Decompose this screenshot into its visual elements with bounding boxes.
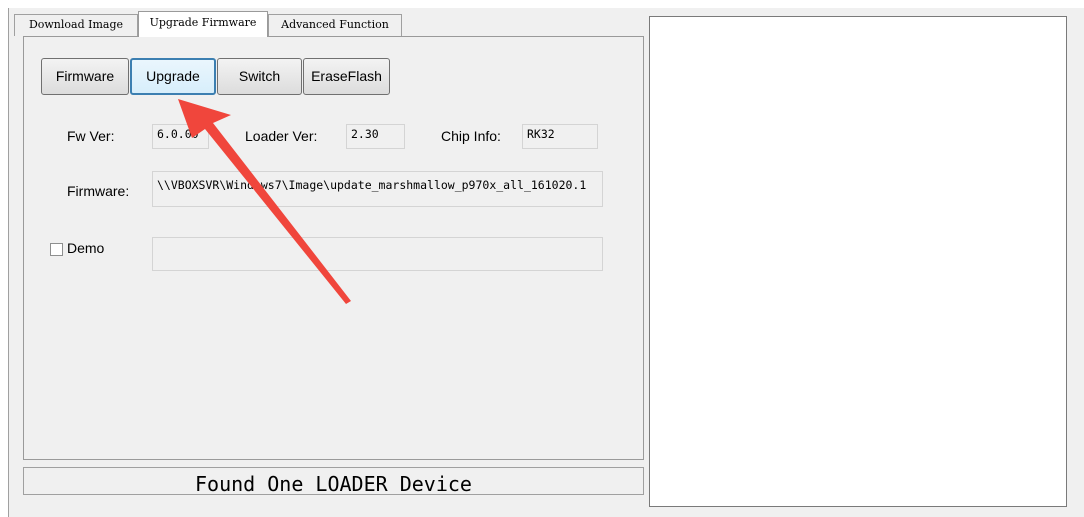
switch-button[interactable]: Switch <box>217 58 302 95</box>
demo-checkbox[interactable] <box>50 243 63 256</box>
tab-upgrade-firmware[interactable]: Upgrade Firmware <box>138 11 268 37</box>
chip-info-label: Chip Info: <box>441 128 501 144</box>
firmware-label: Firmware: <box>67 183 130 199</box>
loader-ver-label: Loader Ver: <box>245 128 318 144</box>
upgrade-button[interactable]: Upgrade <box>130 58 216 95</box>
demo-label[interactable]: Demo <box>67 240 104 256</box>
chip-info-field: RK32 <box>522 124 598 149</box>
eraseflash-button[interactable]: EraseFlash <box>303 58 390 95</box>
firmware-button[interactable]: Firmware <box>41 58 129 95</box>
loader-ver-field: 2.30 <box>346 124 405 149</box>
fw-ver-field: 6.0.00 <box>152 124 209 149</box>
demo-path-field[interactable] <box>152 237 603 271</box>
firmware-path-field[interactable]: \\VBOXSVR\Windows7\Image\update_marshmal… <box>152 171 603 207</box>
log-panel[interactable] <box>649 16 1067 507</box>
window-edge <box>8 8 9 517</box>
status-bar: Found One LOADER Device <box>23 467 644 495</box>
fw-ver-label: Fw Ver: <box>67 128 115 144</box>
tab-advanced-function[interactable]: Advanced Function <box>268 14 402 36</box>
tab-download-image[interactable]: Download Image <box>14 14 138 36</box>
